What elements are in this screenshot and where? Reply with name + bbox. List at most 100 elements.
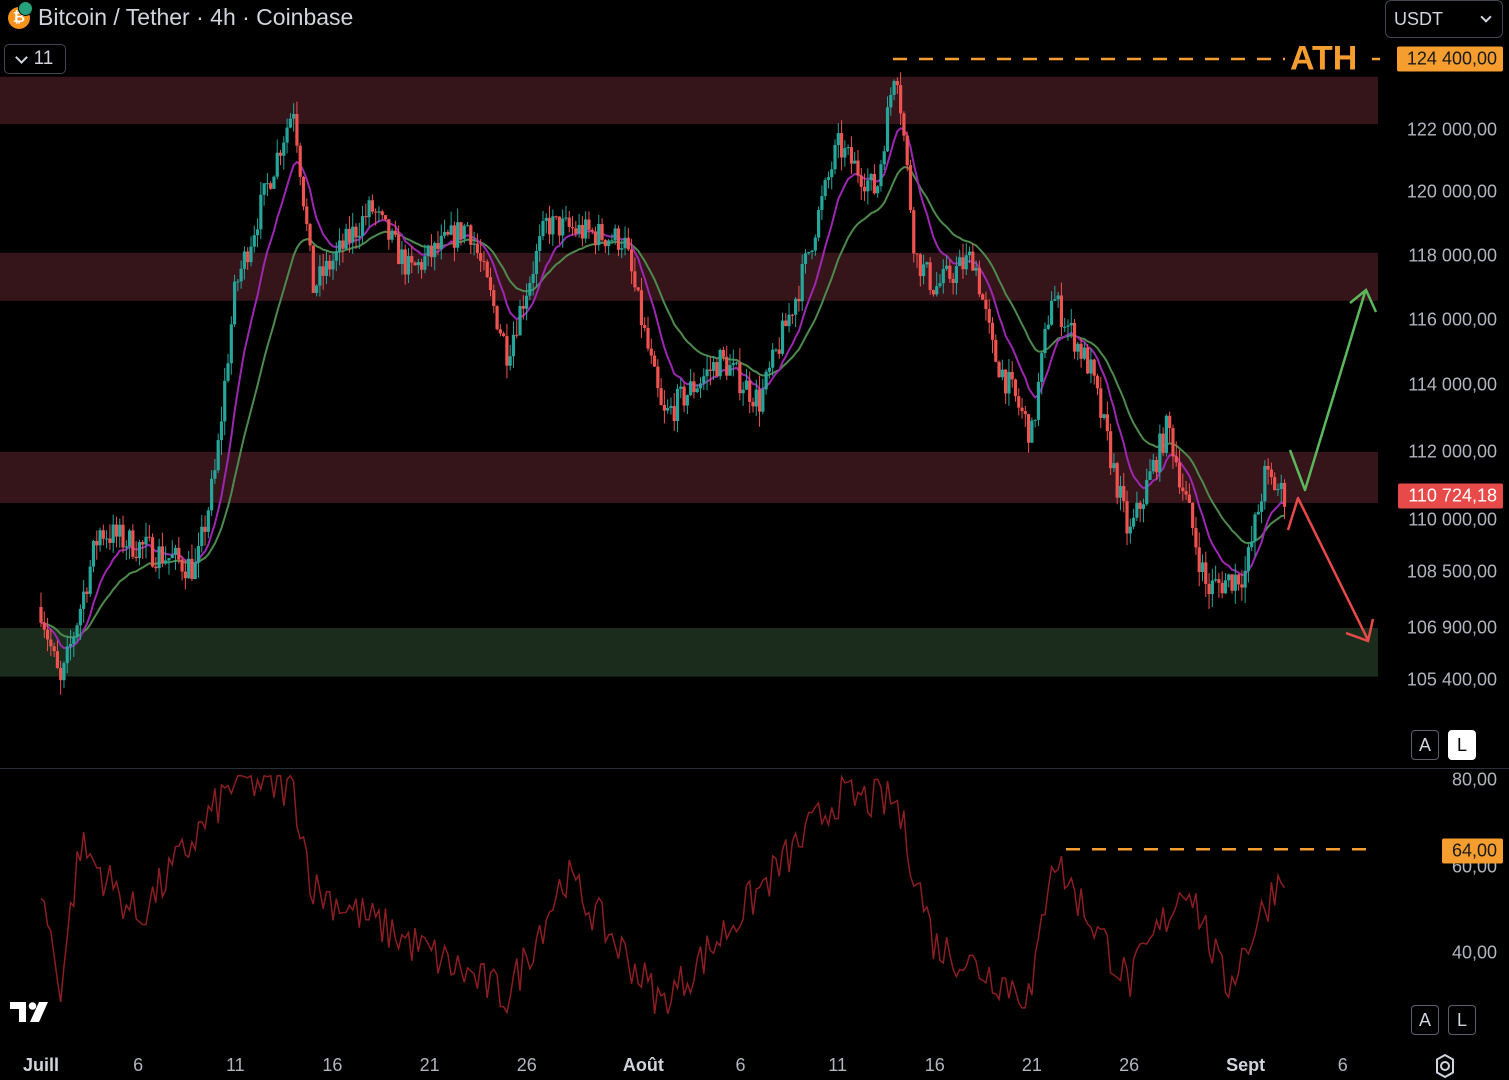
candle-body	[567, 217, 571, 227]
candle-body	[899, 85, 903, 114]
candle-body	[62, 663, 66, 681]
candle-body	[505, 336, 509, 366]
candle-body	[987, 309, 991, 323]
candle-body	[853, 160, 857, 164]
candle-body	[882, 151, 886, 165]
rsi-auto-scale-button[interactable]: A	[1411, 1005, 1439, 1035]
candle-body	[1282, 482, 1287, 507]
candle-body	[1214, 579, 1218, 581]
candle-body	[607, 240, 611, 247]
candle-body	[1043, 328, 1047, 354]
candle-body	[646, 327, 650, 349]
candle-body	[1079, 343, 1083, 359]
candle-body	[712, 362, 716, 371]
candle-body	[948, 265, 952, 279]
candle-body	[459, 222, 463, 239]
candle-body	[954, 266, 959, 283]
candle-body	[1151, 460, 1155, 472]
currency-select[interactable]: USDT	[1385, 0, 1503, 38]
chart-canvas[interactable]	[0, 0, 1509, 1080]
candle-body	[1236, 574, 1241, 585]
candle-body	[935, 286, 939, 295]
candle-body	[272, 176, 276, 189]
candle-body	[127, 530, 132, 547]
candle-body	[905, 135, 909, 166]
candle-body	[728, 365, 732, 376]
candle-body	[141, 542, 145, 545]
candle-body	[298, 145, 302, 177]
candle-body	[49, 639, 53, 647]
candle-body	[826, 177, 831, 181]
candle-body	[521, 306, 525, 309]
candle-body	[416, 262, 420, 266]
log-scale-button[interactable]: L	[1448, 730, 1476, 760]
candle-body	[308, 224, 312, 246]
candle-body	[482, 260, 486, 262]
candle-body	[318, 266, 322, 286]
candle-body	[656, 366, 660, 389]
candle-body	[961, 257, 965, 270]
candle-body	[958, 257, 962, 267]
candle-body	[269, 183, 273, 189]
pane-separator[interactable]	[0, 768, 1509, 769]
candle-body	[295, 113, 299, 146]
candle-body	[55, 651, 60, 669]
candle-body	[210, 478, 214, 511]
candle-body	[1063, 326, 1067, 328]
candle-body	[449, 225, 453, 235]
candle-body	[91, 540, 96, 567]
candle-body	[390, 230, 394, 240]
support-zone	[0, 628, 1378, 677]
candle-body	[187, 558, 191, 579]
candle-body	[1046, 324, 1050, 329]
candle-body	[498, 329, 502, 334]
candle-body	[114, 524, 119, 537]
candle-body	[59, 668, 63, 681]
candle-body	[200, 526, 204, 546]
candlestick-series	[39, 72, 1287, 695]
candle-body	[337, 240, 342, 252]
candle-body	[797, 298, 801, 302]
candle-body	[872, 173, 876, 194]
candle-body	[488, 277, 493, 291]
candle-body	[1135, 502, 1139, 518]
candle-body	[321, 266, 325, 276]
candle-body	[446, 231, 450, 235]
candle-body	[885, 107, 890, 152]
candle-body	[692, 381, 696, 393]
candle-body	[902, 113, 906, 136]
candle-body	[1017, 396, 1021, 408]
candle-body	[360, 216, 365, 236]
candle-body	[623, 237, 627, 249]
candle-body	[252, 235, 256, 247]
time-axis-label: 26	[1119, 1055, 1140, 1075]
candle-body	[1000, 369, 1004, 378]
candle-body	[780, 320, 785, 354]
chart-title: Bitcoin / Tether · 4h · Coinbase	[38, 4, 354, 30]
tradingview-logo[interactable]	[8, 996, 58, 1026]
candle-body	[836, 133, 840, 146]
candle-body	[1040, 353, 1044, 382]
candle-body	[1102, 414, 1106, 418]
candle-body	[912, 210, 916, 254]
rsi-pane	[40, 774, 1375, 1015]
candle-body	[636, 287, 640, 291]
rsi-axis-label: 40,00	[1451, 942, 1497, 963]
indicators-toggle-button[interactable]: 11	[4, 44, 66, 74]
candle-body	[584, 219, 588, 239]
candle-body	[1099, 388, 1103, 418]
time-axis-label: Sept	[1226, 1055, 1266, 1075]
candle-body	[429, 245, 434, 258]
candle-body	[1059, 295, 1064, 327]
candle-body	[410, 256, 414, 263]
auto-scale-button[interactable]: A	[1411, 730, 1439, 760]
settings-gear-icon[interactable]	[1432, 1053, 1458, 1079]
price-axis-label: 116 000,00	[1408, 309, 1497, 330]
time-axis-label: 26	[516, 1055, 537, 1075]
symbol-title[interactable]: ₿ Bitcoin / Tether · 4h · Coinbase	[8, 0, 354, 31]
candle-body	[173, 547, 178, 555]
candle-body	[511, 334, 516, 357]
candle-body	[1122, 485, 1126, 502]
rsi-log-scale-button[interactable]: L	[1448, 1005, 1476, 1035]
candle-body	[682, 386, 686, 406]
